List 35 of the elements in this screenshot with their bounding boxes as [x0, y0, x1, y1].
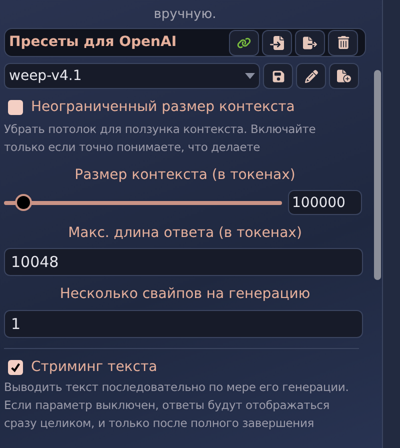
checkmark-icon	[10, 362, 21, 373]
checkbox[interactable]	[8, 100, 23, 115]
description-text: Выводить текст последовательно по мере его генерации.	[4, 379, 350, 396]
number-field[interactable]: 10048	[4, 248, 363, 276]
checkbox[interactable]	[8, 360, 23, 375]
section-label: Размер контекста (в токенах)	[74, 166, 296, 185]
number-field[interactable]: 100000	[288, 190, 362, 215]
file-import-icon	[270, 36, 284, 50]
pencil-icon	[304, 70, 318, 82]
delete-button[interactable]	[328, 30, 358, 56]
slider-thumb[interactable]	[15, 194, 32, 211]
section-label: Макс. длина ответа (в токенах)	[67, 224, 303, 243]
help-text: вручную.	[152, 6, 218, 24]
caret-icon	[245, 73, 255, 79]
number-field[interactable]: 1	[4, 310, 363, 338]
export-button[interactable]	[295, 30, 325, 56]
preset-dropdown[interactable]: weep-v4.1	[4, 63, 260, 89]
file-plus-icon	[337, 69, 351, 83]
section-label: Несколько свайпов на генерацию	[58, 285, 312, 304]
trash-icon	[336, 36, 350, 49]
checkbox-label: Неограниченный размер контекста	[31, 98, 295, 117]
slider[interactable]	[4, 194, 282, 211]
save-button[interactable]	[263, 63, 293, 89]
import-button[interactable]	[262, 30, 292, 56]
edit-button[interactable]	[296, 63, 326, 89]
description-text: Убрать потолок для ползунка контекста. Включайте только если точно понимаете, что делаете	[4, 121, 317, 156]
checkbox-label: Стриминг текста	[31, 358, 158, 377]
link-icon	[237, 36, 251, 50]
presets-title: Пресеты для OpenAI	[9, 33, 178, 52]
description-text: Если параметр выключен, ответы будут отображаться сразу целиком, и только после полного завершения	[4, 397, 330, 432]
new-preset-button[interactable]	[329, 63, 359, 89]
scrollbar-thumb[interactable]	[374, 70, 381, 280]
preset-name: weep-v4.1	[9, 66, 83, 86]
link-button[interactable]	[229, 30, 259, 56]
file-export-icon	[303, 36, 317, 50]
